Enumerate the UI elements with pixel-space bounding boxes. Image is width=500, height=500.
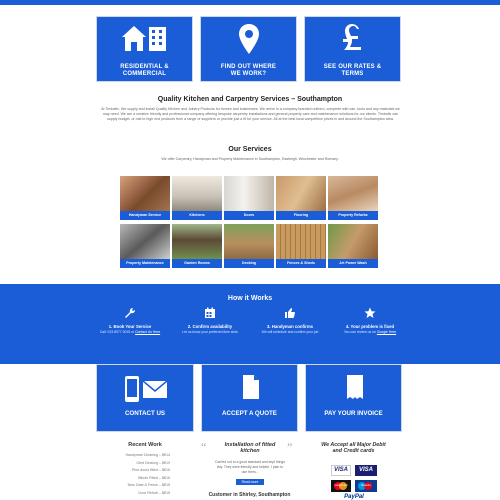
residential-commercial-card[interactable]: RESIDENTIAL & COMMERCIAL: [96, 16, 193, 82]
service-label: Property Refurbs: [328, 211, 378, 220]
service-label: Jet Power Wash: [328, 259, 378, 268]
document-icon: [243, 375, 259, 399]
step-book: 1. Book Your Service Call: 023 8077 0015…: [85, 306, 175, 335]
quote-open-icon: “: [201, 440, 207, 454]
service-label: Handyman Service: [120, 211, 170, 220]
service-image: [328, 224, 378, 259]
service-tile-power-wash[interactable]: Jet Power Wash: [328, 224, 378, 268]
contact-us-card[interactable]: CONTACT US: [96, 364, 194, 432]
intro-text: At Timbafix, We supply and install Quali…: [101, 107, 400, 121]
pay-invoice-card[interactable]: PAY YOUR INVOICE: [305, 364, 402, 432]
recent-item[interactable]: Pine doors fitted – $€16: [96, 467, 170, 475]
maestro-card-icon: Maestro: [355, 480, 377, 492]
visa-card-icon: VISA: [331, 465, 351, 476]
mastercard-text: mastercard: [334, 484, 348, 487]
service-tile-handyman[interactable]: Handyman Service: [120, 176, 170, 220]
step-desc-text: Call: 023 8077 0015 or: [99, 330, 135, 334]
invoice-icon: [347, 375, 363, 399]
how-title: How it Works: [227, 295, 273, 302]
step-desc: We will schedule and confirm your job: [261, 330, 319, 334]
card-label: WE WORK?: [230, 71, 267, 77]
pound-sign-icon: [342, 24, 361, 50]
recent-item[interactable]: Door Refurb – $€15: [96, 490, 170, 498]
rates-terms-card[interactable]: SEE OUR RATES & TERMS: [304, 16, 401, 82]
quote-close-icon: ”: [287, 440, 293, 454]
service-image: [276, 224, 326, 259]
paypal-logo: PayPal: [344, 494, 364, 500]
service-tile-maintenance[interactable]: Property Maintenance: [120, 224, 170, 268]
service-label: Property Maintenance: [120, 259, 170, 268]
service-image: [120, 224, 170, 259]
services-subtitle: We offer Carpentry, Handyman and Propert…: [161, 157, 339, 161]
testimonial-quote: Carried out to a good standard and kept …: [215, 460, 285, 474]
recent-item[interactable]: Oled Decking – $€19: [96, 460, 170, 468]
service-tile-doors[interactable]: Doors: [224, 176, 274, 220]
contact-us-label: CONTACT US: [124, 410, 166, 417]
card-label: TERMS: [341, 71, 364, 77]
intro-title: Quality Kitchen and Carpentry Services –…: [157, 96, 343, 103]
card-label: COMMERCIAL: [122, 71, 167, 77]
service-tile-refurbs[interactable]: Property Refurbs: [328, 176, 378, 220]
house-building-icon: [121, 26, 166, 51]
service-label: Kitchens: [172, 211, 222, 220]
step-desc-text: You can review us on: [343, 330, 376, 334]
accept-quote-card[interactable]: ACCEPT A QUOTE: [201, 364, 298, 432]
service-image: [328, 176, 378, 211]
service-image: [172, 224, 222, 259]
service-label: Doors: [224, 211, 274, 220]
thumbs-up-icon: [285, 308, 295, 318]
service-tile-flooring[interactable]: Flooring: [276, 176, 326, 220]
step-desc: Call: 023 8077 0015 or Contact Us Here: [85, 330, 175, 335]
location-pin-icon: [238, 24, 259, 54]
service-label: Garden Rooms: [172, 259, 222, 268]
phone-mail-icon: [125, 376, 168, 402]
step-fixed: 4. Your problem is fixed You can review …: [325, 306, 415, 335]
services-title: Our Services: [228, 146, 272, 153]
testimonial-title-line: kitchen: [240, 448, 260, 454]
service-tile-kitchens[interactable]: Kitchens: [172, 176, 222, 220]
service-label: Flooring: [276, 211, 326, 220]
step-desc: Let us know your preferred time slots: [182, 330, 238, 334]
contact-link[interactable]: Contact Us Here: [135, 330, 160, 334]
read-more-button[interactable]: Read more: [236, 479, 264, 485]
recent-item[interactable]: Handyman Cleaning – $€14: [96, 452, 170, 460]
step-availability: 2. Confirm availability Let us know your…: [165, 306, 255, 335]
where-we-work-card[interactable]: FIND OUT WHERE WE WORK?: [200, 16, 297, 82]
calendar-icon: [205, 307, 215, 318]
service-label: Fences & Sheds: [276, 259, 326, 268]
card-label: SEE OUR RATES &: [323, 64, 382, 70]
how-it-works-section: How it Works 1. Book Your Service Call: …: [0, 284, 500, 364]
service-image: [120, 176, 170, 211]
recent-work-list: Handyman Cleaning – $€14 Oled Decking – …: [96, 452, 170, 497]
page: RESIDENTIAL & COMMERCIAL FIND OUT WHERE …: [0, 0, 500, 500]
wrench-icon: [125, 307, 136, 318]
testimonial-footer: Customer in Shirley, Southampton: [208, 492, 291, 498]
mastercard-icon: mastercard: [331, 480, 351, 492]
recent-item[interactable]: Blinds Fitted – $€16: [96, 475, 170, 483]
step-desc: You can review us on Google Here: [325, 330, 415, 335]
top-bar: [0, 0, 500, 5]
visa-debit-card-icon: VISA: [355, 465, 377, 476]
recent-work-title: Recent Work: [128, 442, 162, 448]
service-tile-garden-rooms[interactable]: Garden Rooms: [172, 224, 222, 268]
payments-title: We Accept all Major Debit and Credit car…: [305, 442, 402, 454]
service-label: Decking: [224, 259, 274, 268]
service-tile-decking[interactable]: Decking: [224, 224, 274, 268]
google-review-link[interactable]: Google Here: [377, 330, 396, 334]
service-tile-fences[interactable]: Fences & Sheds: [276, 224, 326, 268]
service-image: [276, 176, 326, 211]
service-image: [224, 224, 274, 259]
testimonial-title: Installation of fitted kitchen: [214, 442, 286, 454]
service-image: [172, 176, 222, 211]
card-label: FIND OUT WHERE: [220, 64, 277, 70]
maestro-text: Maestro: [360, 483, 372, 487]
service-image: [224, 176, 274, 211]
card-label: RESIDENTIAL &: [120, 64, 169, 70]
payments-title-line: and Credit cards: [332, 448, 375, 454]
accept-quote-label: ACCEPT A QUOTE: [222, 410, 277, 417]
pay-invoice-label: PAY YOUR INVOICE: [324, 410, 383, 417]
step-confirm: 3. Handyman confirms We will schedule an…: [245, 306, 335, 335]
recent-item[interactable]: New Gate & Fence – $€15: [96, 482, 170, 490]
star-icon: [364, 307, 376, 318]
